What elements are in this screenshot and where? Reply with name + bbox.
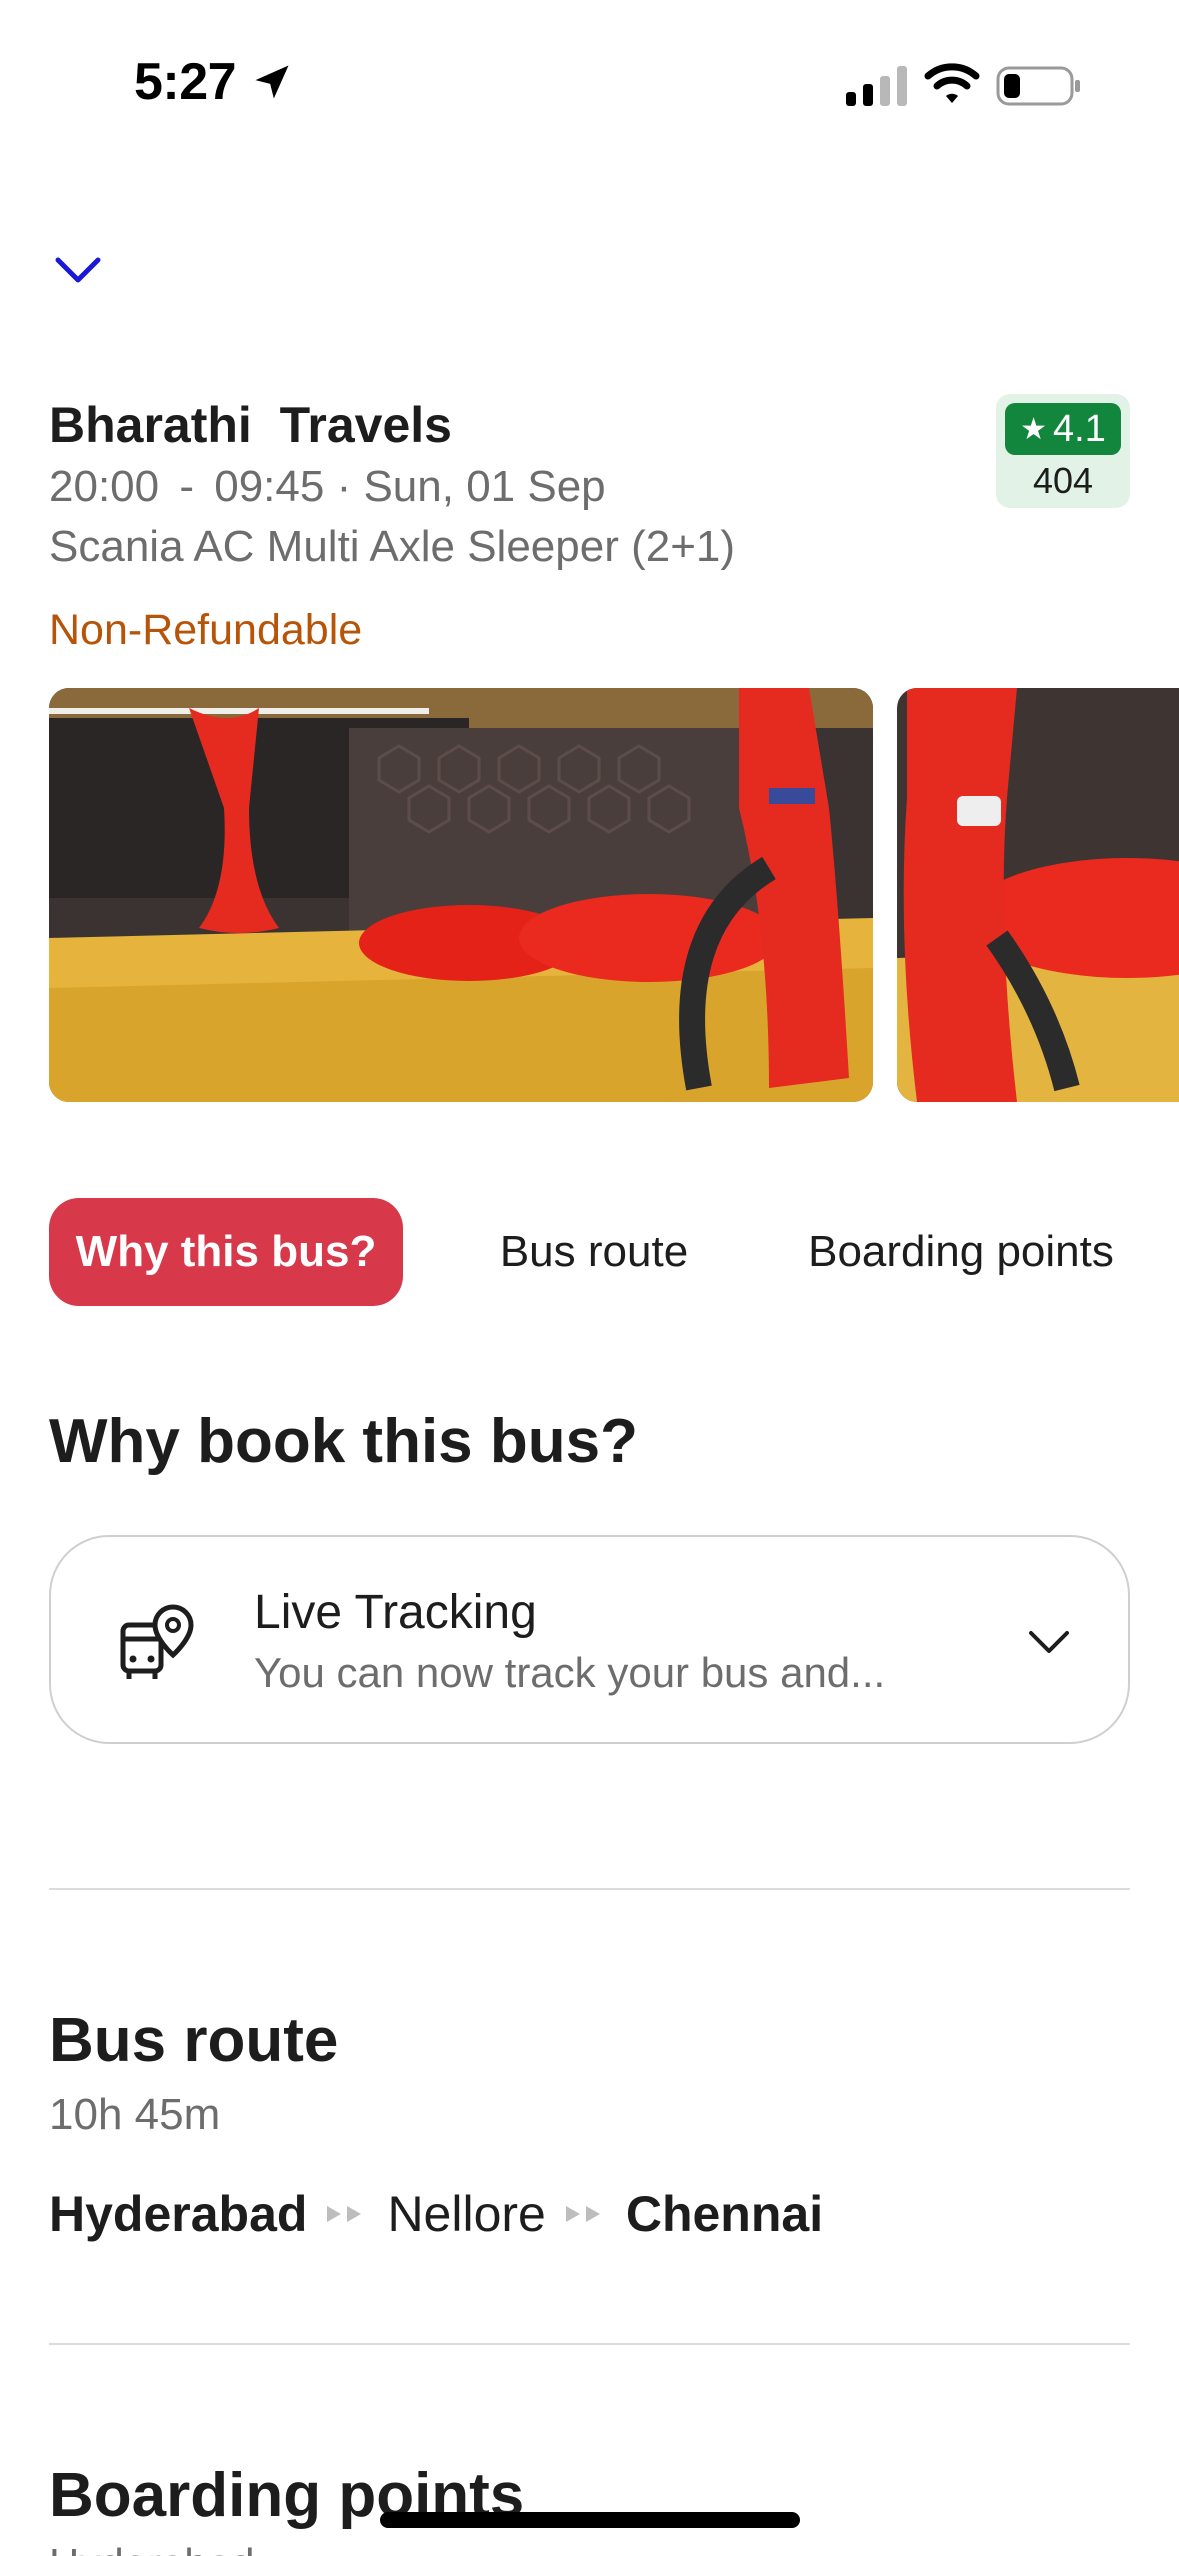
star-icon: ★ bbox=[1020, 412, 1048, 446]
rating-pill: ★ 4.1 bbox=[1005, 403, 1121, 455]
photo-gallery[interactable] bbox=[49, 688, 1179, 1102]
sleeper-berth-image bbox=[897, 688, 1179, 1102]
why-section-title: Why book this bus? bbox=[49, 1407, 638, 1476]
refund-policy: Non-Refundable bbox=[49, 606, 363, 654]
location-arrow-icon bbox=[255, 65, 289, 99]
chevron-down-icon[interactable] bbox=[52, 248, 104, 292]
chevron-down-icon[interactable] bbox=[1025, 1623, 1073, 1663]
section-tabs: Why this bus? Bus route Boarding points bbox=[49, 1198, 1149, 1306]
double-arrow-icon bbox=[327, 2206, 362, 2222]
wifi-icon bbox=[924, 63, 980, 103]
route-stop: Nellore bbox=[387, 2186, 546, 2242]
rating-badge[interactable]: ★ 4.1 404 bbox=[996, 394, 1130, 508]
feature-title: Live Tracking bbox=[254, 1586, 537, 1639]
route-destination: Chennai bbox=[625, 2186, 824, 2242]
sleeper-berth-image bbox=[49, 688, 873, 1102]
status-bar: 5:27 bbox=[0, 0, 1179, 150]
route-duration: 10h 45m bbox=[49, 2090, 221, 2139]
home-indicator[interactable] bbox=[380, 2512, 800, 2528]
departure-time: 20:00 bbox=[49, 462, 160, 511]
bus-photo[interactable] bbox=[49, 688, 873, 1102]
feature-description: You can now track your bus and... bbox=[254, 1649, 886, 1696]
bus-photo[interactable] bbox=[897, 688, 1179, 1102]
cellular-signal-icon bbox=[846, 66, 907, 106]
battery-icon bbox=[996, 66, 1080, 106]
bus-type: Scania AC Multi Axle Sleeper (2+1) bbox=[49, 522, 736, 571]
rating-value: 4.1 bbox=[1053, 407, 1106, 450]
journey-date: · Sun, 01 Sep bbox=[336, 462, 606, 511]
feature-card-live-tracking[interactable]: Live Tracking You can now track your bus… bbox=[49, 1535, 1130, 1744]
rating-count: 404 bbox=[1032, 460, 1094, 501]
arrival-time: 09:45 bbox=[214, 462, 325, 511]
divider bbox=[49, 2343, 1130, 2345]
route-origin: Hyderabad bbox=[49, 2186, 308, 2242]
tab-bus-route[interactable]: Bus route bbox=[449, 1198, 739, 1306]
time-separator: - bbox=[179, 462, 194, 511]
route-stops: Hyderabad Nellore Chennai bbox=[49, 2184, 823, 2244]
bus-location-icon bbox=[120, 1604, 194, 1679]
route-section-title: Bus route bbox=[49, 2006, 339, 2075]
operator-name: Bharathi Travels bbox=[49, 397, 452, 453]
status-time: 5:27 bbox=[134, 53, 237, 111]
boarding-section-subtitle: Hyderabad bbox=[49, 2540, 254, 2556]
journey-times: 20:00 - 09:45 · Sun, 01 Sep bbox=[49, 462, 606, 512]
tab-boarding-points[interactable]: Boarding points bbox=[773, 1198, 1149, 1306]
tab-why-this-bus[interactable]: Why this bus? bbox=[49, 1198, 403, 1306]
double-arrow-icon bbox=[565, 2206, 600, 2222]
divider bbox=[49, 1888, 1130, 1890]
